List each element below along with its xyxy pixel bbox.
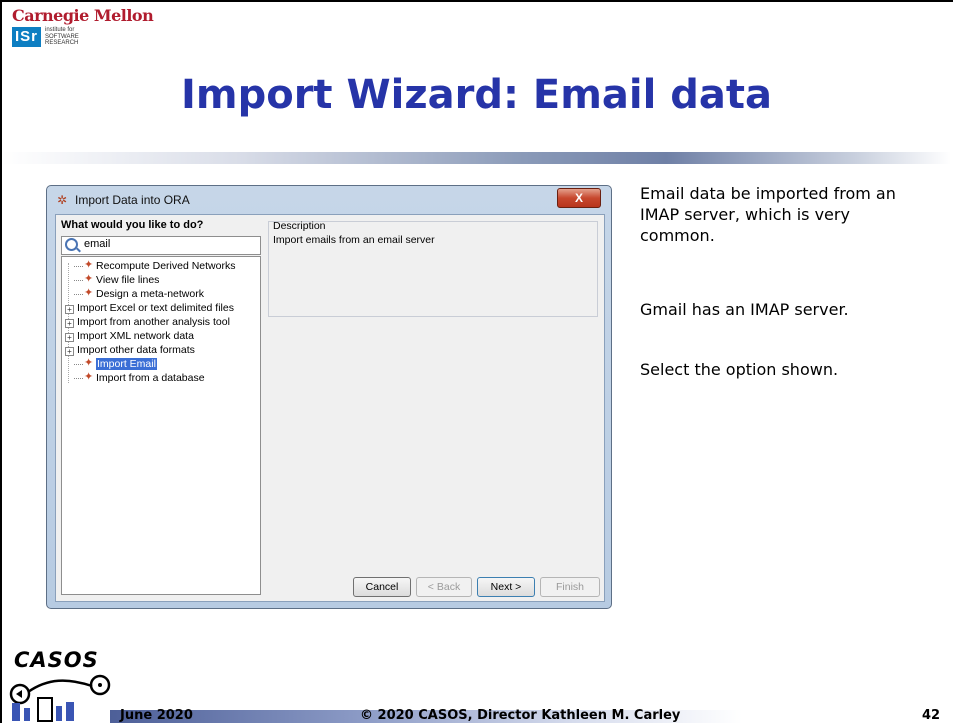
tree-item-label: Import from a database [96,372,205,384]
import-dialog: ✲ Import Data into ORA X What would you … [46,185,612,609]
dialog-titlebar[interactable]: ✲ Import Data into ORA X [47,186,611,214]
expand-icon[interactable]: + [65,319,74,328]
isr-logo: ISr institute for SOFTWARE RESEARCH [12,26,79,48]
prompt-label: What would you like to do? [61,219,204,231]
tree-item-view-file-lines[interactable]: ✦ View file lines [74,273,160,287]
footer-copyright: © 2020 CASOS, Director Kathleen M. Carle… [360,708,681,723]
isr-mark: ISr [12,27,42,47]
casos-logo-graphic [9,674,111,722]
slide-title: Import Wizard: Email data [181,72,772,118]
isr-line: RESEARCH [45,40,79,47]
tree-item-import-other[interactable]: + Import other data formats [64,344,195,357]
wand-icon: ✦ [84,357,94,369]
close-button[interactable]: X [557,188,601,208]
tree-item-design-meta-network[interactable]: ✦ Design a meta-network [74,287,204,301]
next-button[interactable]: Next > [477,577,535,597]
description-text: Import emails from an email server [273,234,435,246]
search-input[interactable] [84,238,254,250]
slide-border-top [0,0,953,2]
isr-line: SOFTWARE [45,33,79,40]
wand-icon: ✦ [84,371,94,383]
tree-item-label: Recompute Derived Networks [96,260,236,272]
tree-item-import-xml[interactable]: + Import XML network data [64,330,194,343]
back-button[interactable]: < Back [416,577,472,597]
tree-item-label: View file lines [96,274,160,286]
note-select-option: Select the option shown. [640,360,839,379]
finish-button[interactable]: Finish [540,577,600,597]
isr-text: institute for SOFTWARE RESEARCH [45,27,79,47]
tree-item-import-email[interactable]: ✦ Import Email [74,357,157,371]
wand-icon: ✦ [84,273,94,285]
expand-icon[interactable]: + [65,305,74,314]
expand-icon[interactable]: + [65,347,74,356]
note-gmail: Gmail has an IMAP server. [640,300,849,319]
wand-icon: ✦ [84,287,94,299]
page-number: 42 [922,708,941,723]
expand-icon[interactable]: + [65,333,74,342]
tree-item-recompute[interactable]: ✦ Recompute Derived Networks [74,259,236,273]
dialog-body: What would you like to do? ✦ Recompute D… [55,214,605,602]
option-tree[interactable]: ✦ Recompute Derived Networks ✦ View file… [61,256,261,595]
cancel-button[interactable]: Cancel [353,577,411,597]
tree-item-label: Design a meta-network [96,288,204,300]
title-divider [2,152,951,164]
tree-item-label: Import Excel or text delimited files [77,302,234,314]
ora-app-icon: ✲ [57,193,68,207]
search-box[interactable] [61,236,261,255]
description-title: Description [273,220,326,232]
dialog-title: Import Data into ORA [75,193,190,207]
footer-date: June 2020 [120,708,193,723]
tree-item-label: Import Email [96,358,157,370]
casos-logo: CASOS [8,648,118,723]
tree-item-label: Import other data formats [77,344,195,356]
wand-icon: ✦ [84,259,94,271]
tree-item-import-database[interactable]: ✦ Import from a database [74,371,205,385]
tree-item-label: Import from another analysis tool [77,316,230,328]
isr-line: institute for [45,27,75,34]
description-panel: Description Import emails from an email … [268,220,598,317]
cmu-logo: Carnegie Mellon [12,6,154,25]
tree-item-label: Import XML network data [77,330,194,342]
tree-item-import-excel[interactable]: + Import Excel or text delimited files [64,302,234,315]
note-imap-intro: Email data be imported from an IMAP serv… [640,184,896,245]
search-icon [65,238,78,251]
tree-item-import-analysis-tool[interactable]: + Import from another analysis tool [64,316,230,329]
